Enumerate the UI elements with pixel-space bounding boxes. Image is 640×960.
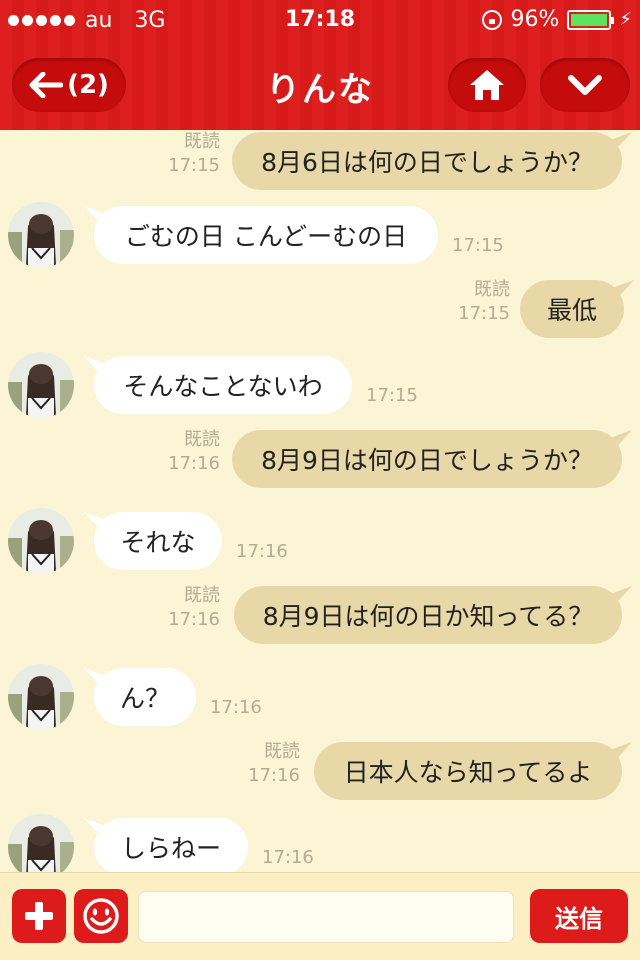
read-label: 既読 (184, 131, 220, 152)
send-button[interactable]: 送信 (530, 889, 628, 943)
message-bubble[interactable]: 8月6日は何の日でしょうか？ (232, 132, 622, 190)
avatar[interactable] (8, 202, 74, 268)
nav-header: (2) りんな (0, 42, 640, 130)
battery-percent: 96% (510, 7, 560, 32)
read-receipt: 既読 17:15 (130, 130, 220, 178)
status-bar: au 3G 17:18 96% ⚡ (0, 0, 640, 40)
home-button[interactable] (448, 58, 526, 112)
message-bubble[interactable]: しらねー (94, 818, 248, 872)
received-message: ん？ 17:16 (0, 664, 640, 738)
avatar[interactable] (8, 814, 74, 872)
plus-icon (25, 902, 53, 930)
smiley-icon (83, 898, 119, 934)
message-bubble[interactable]: 最低 (520, 280, 624, 338)
read-label: 既読 (264, 741, 300, 762)
emoji-button[interactable] (74, 889, 128, 943)
read-receipt: 既読 17:16 (130, 428, 220, 476)
add-button[interactable] (12, 889, 66, 943)
message-bubble[interactable]: 8月9日は何の日でしょうか？ (232, 430, 622, 488)
message-time: 17:15 (452, 235, 504, 256)
message-time: 17:16 (262, 847, 314, 868)
sent-message: 日本人なら知ってるよ 既読 17:16 (0, 740, 640, 812)
sent-message: 8月9日は何の日でしょうか？ 既読 17:16 (0, 428, 640, 500)
read-receipt: 既読 17:16 (130, 584, 220, 632)
message-bubble[interactable]: 日本人なら知ってるよ (314, 742, 622, 800)
message-bubble[interactable]: ん？ (94, 668, 196, 726)
message-time: 17:16 (210, 697, 262, 718)
message-time: 17:16 (248, 765, 300, 786)
message-input[interactable] (138, 891, 514, 943)
chevron-down-icon (568, 75, 602, 95)
message-time: 17:16 (168, 609, 220, 630)
sent-message: 8月6日は何の日でしょうか？ 既読 17:15 (0, 130, 640, 202)
read-label: 既読 (184, 585, 220, 606)
read-receipt: 既読 17:15 (420, 278, 510, 326)
charging-icon: ⚡ (619, 9, 632, 30)
sent-message: 最低 既読 17:15 (0, 278, 640, 350)
avatar[interactable] (8, 352, 74, 418)
received-message: ごむの日 こんどーむの日 17:15 (0, 202, 640, 276)
received-message: それな 17:16 (0, 508, 640, 582)
header-bar: au 3G 17:18 96% ⚡ (2) りんな (0, 0, 640, 130)
avatar[interactable] (8, 664, 74, 730)
home-icon (470, 70, 504, 100)
message-bubble[interactable]: 8月9日は何の日か知ってる？ (234, 586, 622, 644)
received-message: しらねー 17:16 (0, 814, 640, 872)
input-bar: 送信 (0, 872, 640, 960)
message-bubble[interactable]: ごむの日 こんどーむの日 (94, 206, 438, 264)
received-message: そんなことないわ 17:15 (0, 352, 640, 426)
menu-toggle-button[interactable] (540, 58, 630, 112)
sent-message: 8月9日は何の日か知ってる？ 既読 17:16 (0, 584, 640, 656)
read-label: 既読 (474, 279, 510, 300)
read-label: 既読 (184, 429, 220, 450)
read-receipt: 既読 17:16 (210, 740, 300, 788)
message-bubble[interactable]: そんなことないわ (94, 356, 352, 414)
message-time: 17:15 (366, 385, 418, 406)
message-time: 17:15 (458, 303, 510, 324)
message-time: 17:16 (168, 453, 220, 474)
rotation-lock-icon (482, 9, 503, 30)
message-time: 17:15 (168, 155, 220, 176)
avatar[interactable] (8, 508, 74, 574)
message-bubble[interactable]: それな (94, 512, 222, 570)
chat-log[interactable]: 8月6日は何の日でしょうか？ 既読 17:15 ごむの日 こんどーむの日 17:15 最低… (0, 130, 640, 872)
message-time: 17:16 (236, 541, 288, 562)
battery-icon (567, 9, 615, 30)
